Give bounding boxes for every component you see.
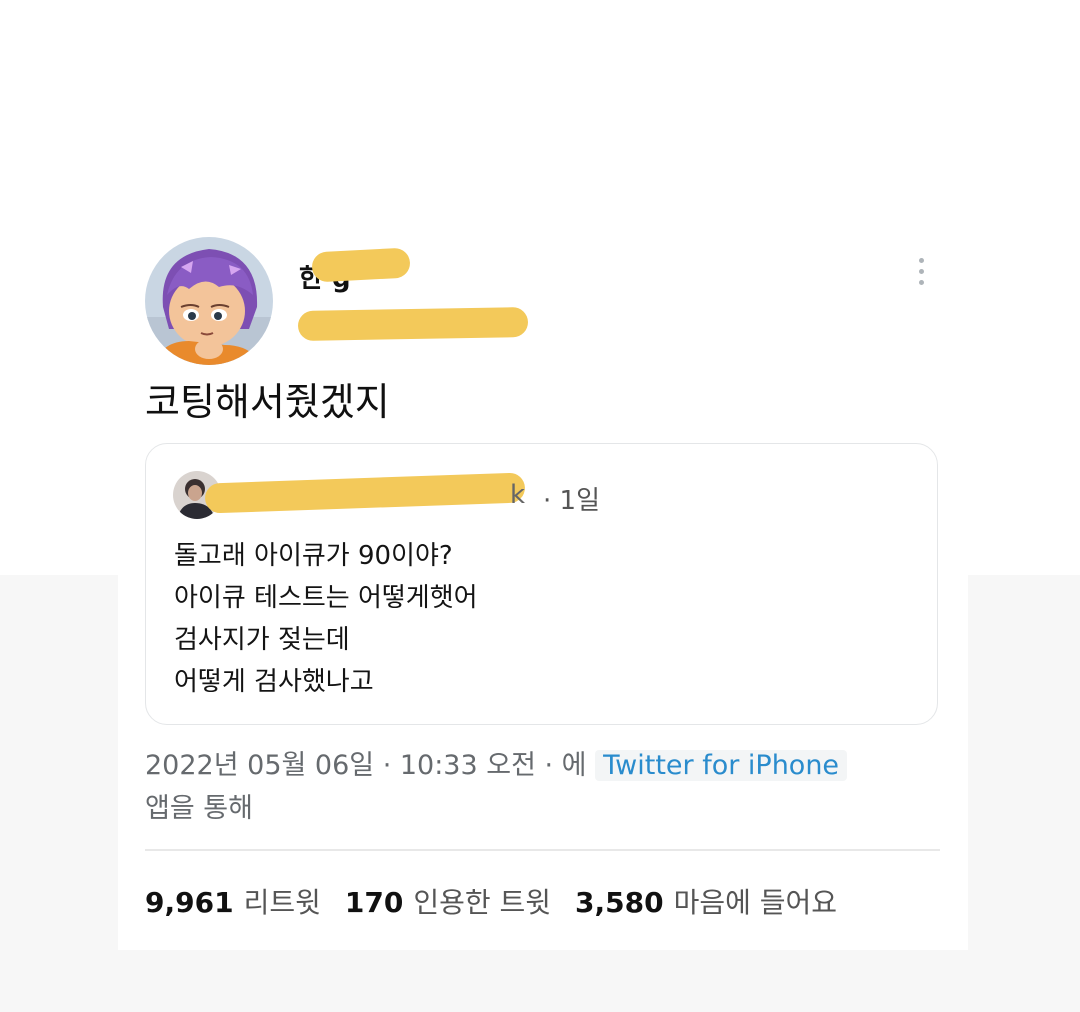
source-link[interactable]: Twitter for iPhone — [595, 750, 848, 781]
divider — [145, 849, 940, 851]
redaction-mark — [311, 247, 411, 283]
quote-label: 인용한 트윗 — [413, 886, 552, 919]
quoted-text-line: 검사지가 젖는데 — [174, 625, 350, 655]
retweet-stat[interactable]: 9,961 리트윗 — [145, 886, 345, 919]
redaction-mark — [297, 306, 529, 342]
tweet-stats: 9,961 리트윗 170 인용한 트윗 3,580 마음에 들어요 — [145, 881, 861, 921]
quoted-text-line: 어떻게 검사했나고 — [174, 667, 374, 697]
quoted-time: · 1일 — [543, 486, 600, 516]
quoted-text-line: 아이큐 테스트는 어떻게햇어 — [174, 583, 478, 613]
quoted-text-line: 돌고래 아이큐가 90이야? — [174, 541, 453, 571]
quote-stat[interactable]: 170 인용한 트윗 — [345, 886, 575, 919]
quote-count: 170 — [344, 886, 404, 919]
author-avatar[interactable] — [145, 237, 273, 365]
retweet-count: 9,961 — [145, 886, 234, 919]
like-label: 마음에 들어요 — [673, 886, 838, 919]
like-count: 3,580 — [575, 886, 664, 919]
quoted-author-handle: k — [510, 480, 526, 510]
retweet-label: 리트윗 — [243, 886, 321, 919]
timestamp-text: 2022년 05월 06일 · 10:33 오전 · 에 — [145, 750, 587, 781]
tweet-text: 코팅해서줬겠지 — [145, 380, 390, 424]
source-suffix: 앱을 통해 — [145, 793, 253, 824]
more-vertical-icon[interactable] — [912, 258, 930, 294]
tweet-timestamp: 2022년 05월 06일 · 10:33 오전 · 에 Twitter for… — [145, 743, 848, 782]
like-stat[interactable]: 3,580 마음에 들어요 — [575, 886, 861, 919]
